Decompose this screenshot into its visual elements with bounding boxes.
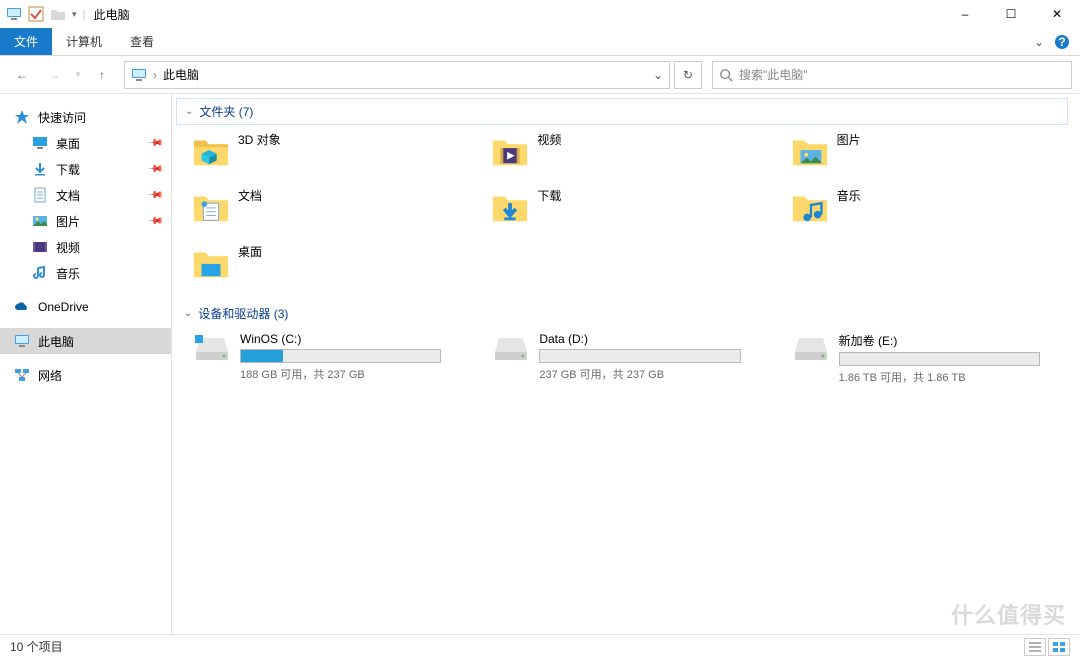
group-header-drives[interactable]: ⌄ 设备和驱动器 (3) (176, 301, 1068, 326)
pc-icon (131, 67, 147, 83)
breadcrumb-this-pc[interactable]: 此电脑 (163, 66, 199, 83)
folder-icon (192, 243, 230, 281)
help-icon[interactable]: ? (1054, 34, 1070, 50)
close-button[interactable]: ✕ (1034, 0, 1080, 28)
titlebar: ▾ | 此电脑 – ☐ ✕ (0, 0, 1080, 28)
search-input[interactable]: 搜索"此电脑" (712, 61, 1072, 89)
video-icon (32, 239, 48, 255)
group-header-folders[interactable]: ⌄ 文件夹 (7) (176, 98, 1068, 125)
drive-item[interactable]: Data (D:) 237 GB 可用，共 237 GB (491, 332, 780, 385)
folder-icon (491, 131, 529, 169)
document-icon (32, 187, 48, 203)
sidebar: 快速访问 桌面📌 下载📌 文档📌 图片📌 视频 音乐 One (0, 94, 172, 634)
ribbon-expand-icon[interactable]: ⌄ (1034, 35, 1044, 49)
pin-icon: 📌 (146, 213, 163, 230)
pc-icon (6, 6, 22, 22)
sidebar-item-downloads[interactable]: 下载📌 (0, 156, 171, 182)
folder-pictures[interactable]: 图片 (791, 131, 1080, 173)
forward-button[interactable]: → (40, 61, 68, 89)
recent-dropdown[interactable]: ▾ (72, 61, 84, 89)
tab-file[interactable]: 文件 (0, 28, 52, 55)
network-icon (14, 367, 30, 383)
drive-free-space: 237 GB 可用，共 237 GB (539, 366, 740, 382)
watermark: 什么值得买 (951, 598, 1066, 630)
picture-icon (32, 213, 48, 229)
svg-text:?: ? (1058, 35, 1065, 49)
desktop-icon (32, 135, 48, 151)
search-placeholder: 搜索"此电脑" (739, 66, 808, 83)
folder-small-icon[interactable] (50, 6, 66, 22)
folder-icon (192, 131, 230, 169)
view-icons-button[interactable] (1048, 638, 1070, 656)
drive-name: Data (D:) (539, 332, 740, 346)
sidebar-item-music[interactable]: 音乐 (0, 260, 171, 286)
folder-icon (192, 187, 230, 225)
address-dropdown-icon[interactable]: ⌄ (653, 68, 663, 82)
pin-icon: 📌 (146, 135, 163, 152)
sidebar-item-desktop[interactable]: 桌面📌 (0, 130, 171, 156)
quick-access-toolbar: ▾ | (6, 6, 86, 22)
window-title: 此电脑 (94, 6, 130, 23)
search-icon (719, 68, 733, 82)
tab-view[interactable]: 查看 (116, 28, 168, 55)
folder-icon (791, 131, 829, 169)
folder-videos[interactable]: 视频 (491, 131, 780, 173)
status-item-count: 10 个项目 (10, 638, 63, 655)
sidebar-item-pictures[interactable]: 图片📌 (0, 208, 171, 234)
onedrive-icon (14, 299, 30, 315)
sidebar-item-onedrive[interactable]: OneDrive (0, 294, 171, 320)
folder-desktop[interactable]: 桌面 (192, 243, 481, 285)
sidebar-item-this-pc[interactable]: 此电脑 (0, 328, 171, 354)
folder-music[interactable]: 音乐 (791, 187, 1080, 229)
download-icon (32, 161, 48, 177)
drive-free-space: 188 GB 可用，共 237 GB (240, 366, 441, 382)
drive-free-space: 1.86 TB 可用，共 1.86 TB (839, 369, 1040, 385)
drive-usage-bar (240, 349, 441, 363)
pin-icon: 📌 (146, 161, 163, 178)
content-pane: ⌄ 文件夹 (7) 3D 对象 视频 图片 文档 下载 (172, 94, 1080, 634)
sidebar-item-documents[interactable]: 文档📌 (0, 182, 171, 208)
maximize-button[interactable]: ☐ (988, 0, 1034, 28)
sidebar-item-network[interactable]: 网络 (0, 362, 171, 388)
back-button[interactable]: ← (8, 61, 36, 89)
tab-computer[interactable]: 计算机 (52, 28, 116, 55)
drive-icon (192, 332, 232, 364)
drive-item[interactable]: 新加卷 (E:) 1.86 TB 可用，共 1.86 TB (791, 332, 1080, 385)
folder-icon (491, 187, 529, 225)
folder-documents[interactable]: 文档 (192, 187, 481, 229)
view-details-button[interactable] (1024, 638, 1046, 656)
folder-3d-objects[interactable]: 3D 对象 (192, 131, 481, 173)
drive-usage-bar (839, 352, 1040, 366)
qat-dropdown-icon[interactable]: ▾ (72, 9, 77, 20)
checkbox-icon[interactable] (28, 6, 44, 22)
chevron-down-icon: ⌄ (184, 308, 192, 319)
pin-icon: 📌 (146, 187, 163, 204)
sidebar-item-quick-access[interactable]: 快速访问 (0, 104, 171, 130)
address-bar[interactable]: › 此电脑 ⌄ (124, 61, 670, 89)
drive-usage-bar (539, 349, 740, 363)
ribbon: 文件 计算机 查看 ⌄ ? (0, 28, 1080, 56)
status-bar: 10 个项目 (0, 634, 1080, 658)
star-icon (14, 109, 30, 125)
drive-icon (791, 332, 831, 364)
minimize-button[interactable]: – (942, 0, 988, 28)
music-icon (32, 265, 48, 281)
drive-item[interactable]: WinOS (C:) 188 GB 可用，共 237 GB (192, 332, 481, 385)
drive-name: 新加卷 (E:) (839, 332, 1040, 349)
drive-name: WinOS (C:) (240, 332, 441, 346)
chevron-down-icon: ⌄ (185, 106, 193, 117)
breadcrumb-sep-icon[interactable]: › (153, 68, 157, 82)
folder-icon (791, 187, 829, 225)
drive-icon (491, 332, 531, 364)
up-button[interactable]: ↑ (88, 61, 116, 89)
folder-downloads[interactable]: 下载 (491, 187, 780, 229)
sidebar-item-videos[interactable]: 视频 (0, 234, 171, 260)
refresh-button[interactable]: ↻ (674, 61, 702, 89)
pc-icon (14, 333, 30, 349)
nav-bar: ← → ▾ ↑ › 此电脑 ⌄ ↻ 搜索"此电脑" (0, 56, 1080, 94)
